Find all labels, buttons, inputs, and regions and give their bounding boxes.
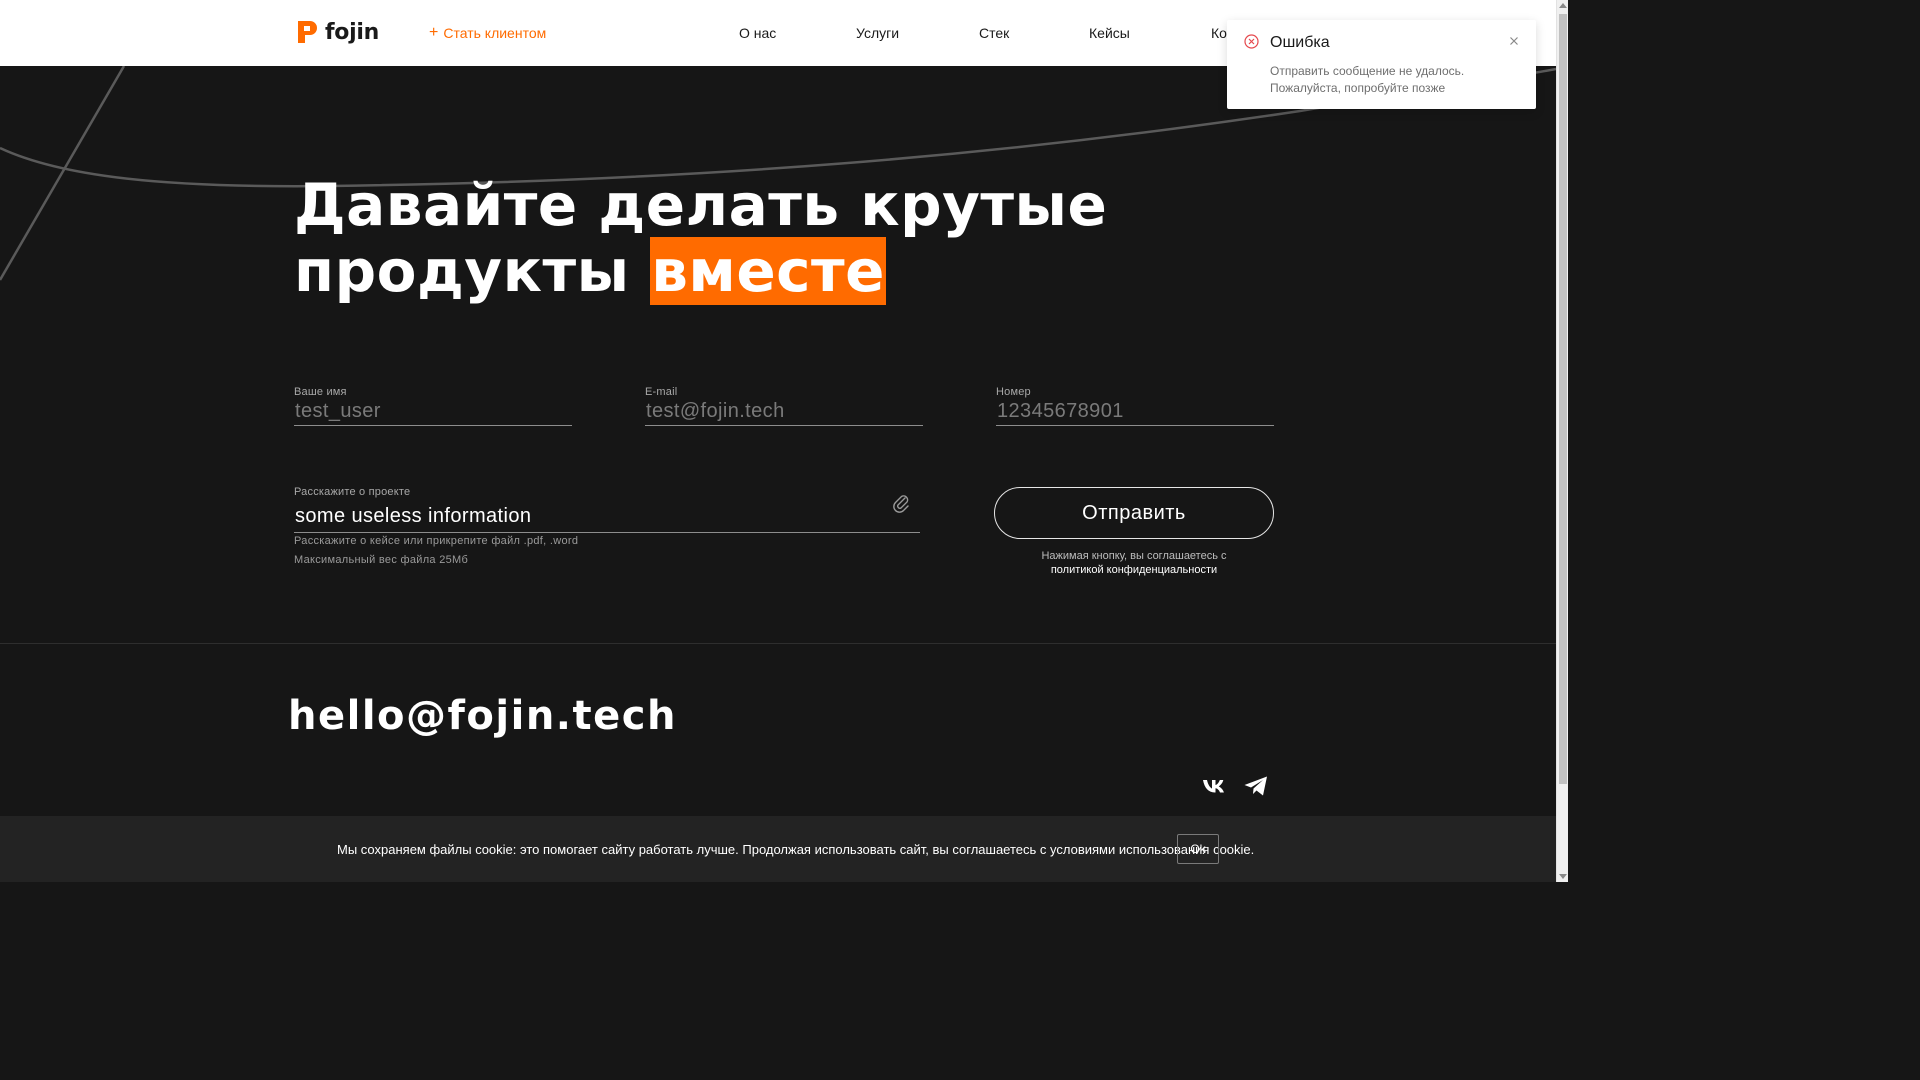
nav-contacts[interactable]: Ко (1211, 25, 1227, 41)
vk-icon[interactable] (1201, 773, 1229, 799)
become-client-label: Стать клиентом (443, 25, 547, 41)
email-field[interactable]: test@fojin.tech (645, 398, 923, 426)
submit-button[interactable]: Отправить (994, 487, 1274, 539)
message-value: some useless information (295, 505, 532, 527)
nav-cases[interactable]: Кейсы (1089, 25, 1130, 41)
agreement-label: Нажимая кнопку, вы соглашаетесь с (1041, 550, 1227, 562)
become-client-link[interactable]: + Стать клиентом (429, 24, 547, 42)
nav-stack[interactable]: Стек (979, 25, 1009, 41)
toast-title: Ошибка (1270, 34, 1330, 51)
logo-icon (298, 21, 317, 43)
email-value: test@fojin.tech (646, 400, 785, 422)
name-value: test_user (295, 400, 381, 422)
logo-text: fojin (325, 19, 379, 45)
title-highlight: вместе (650, 237, 887, 305)
section-divider (0, 643, 1556, 644)
privacy-policy-link[interactable]: политикой конфиденциальности (1051, 564, 1217, 576)
title-line-1: Давайте делать крутые (294, 171, 1108, 239)
name-field[interactable]: test_user (294, 398, 572, 426)
logo[interactable]: fojin (295, 19, 379, 45)
toast-message-line-1: Отправить сообщение не удалось. (1270, 64, 1465, 78)
attach-file-icon[interactable] (891, 492, 911, 514)
file-size-hint: Максимальный вес файла 25Мб (294, 554, 469, 566)
phone-field[interactable]: 12345678901 (996, 398, 1274, 426)
email-label: E-mail (645, 386, 678, 398)
error-toast: Ошибка Отправить сообщение не удалось. П… (1227, 20, 1536, 109)
phone-label: Номер (996, 386, 1031, 398)
message-hint: Расскажите о кейсе или прикрепите файл .… (294, 535, 579, 547)
agreement-text: Нажимая кнопку, вы соглашаетесь с полити… (994, 549, 1274, 577)
phone-value: 12345678901 (997, 400, 1124, 422)
cookie-ok-button[interactable]: Ok (1177, 834, 1219, 864)
nav-about[interactable]: О нас (739, 25, 776, 41)
cookie-banner: Мы сохраняем файлы cookie: это помогает … (0, 816, 1556, 882)
page-scrollbar[interactable] (1556, 0, 1568, 882)
scroll-up-arrow[interactable] (1559, 3, 1567, 8)
name-label: Ваше имя (294, 386, 347, 398)
telegram-icon[interactable] (1242, 773, 1270, 799)
plus-icon: + (429, 24, 439, 41)
close-icon[interactable] (1507, 34, 1521, 48)
message-label: Расскажите о проекте (294, 486, 411, 498)
toast-message-line-2: Пожалуйста, попробуйте позже (1270, 81, 1446, 95)
contact-email-link[interactable]: hello@fojin.tech (288, 693, 677, 739)
toast-message: Отправить сообщение не удалось. Пожалуйс… (1270, 63, 1520, 97)
cookie-text: Мы сохраняем файлы cookie: это помогает … (337, 842, 1255, 857)
message-field[interactable]: some useless information (294, 500, 920, 533)
scrollbar-thumb[interactable] (1559, 14, 1567, 784)
error-icon (1244, 34, 1259, 49)
nav-services[interactable]: Услуги (856, 25, 899, 41)
page-title: Давайте делать крутые продукты вместе (294, 171, 1108, 305)
title-line-2: продукты (294, 237, 651, 305)
scroll-down-arrow[interactable] (1559, 874, 1567, 879)
